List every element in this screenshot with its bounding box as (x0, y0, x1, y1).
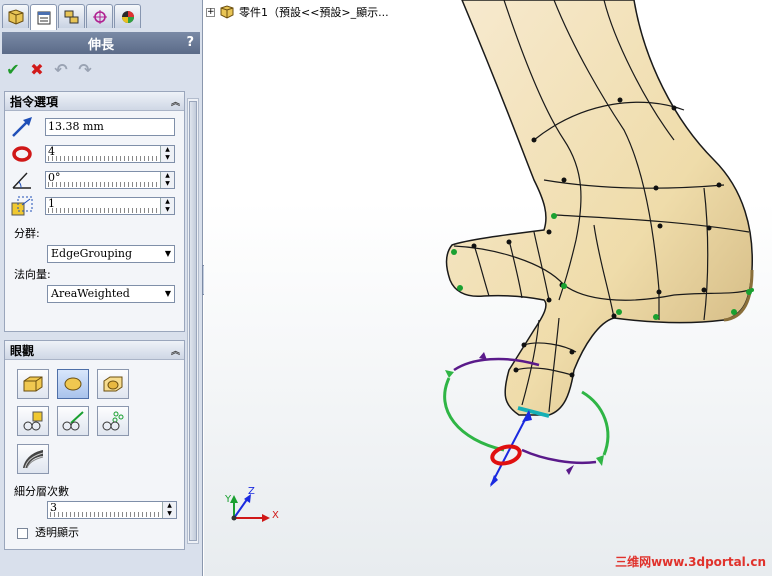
coordinate-triad: X Y Z (224, 486, 279, 522)
watermark-text: 三维网www.3dportal.cn (615, 555, 766, 569)
collapse-icon[interactable]: ︽ (171, 344, 180, 357)
scale-icon (9, 194, 35, 218)
mesh-surface-icon (23, 450, 44, 469)
feature-title: 伸長 (87, 37, 114, 53)
arrow-icon (479, 352, 487, 360)
face-select-icon (102, 411, 124, 431)
grouping-label: 分群: (14, 227, 40, 240)
z-axis-label: Z (248, 486, 255, 497)
box-smooth-icon (103, 376, 123, 392)
subd-model-canvas: X Y Z (224, 0, 754, 522)
property-manager-panel: 伸長 ? ✔ ✖ ↶ ↷ 指令選項 ︽ 13.38 mm 4 ▲ ▼ 0° ▲ … (0, 0, 203, 576)
count-spinner[interactable]: 4 ▲ ▼ (45, 145, 175, 163)
angle-row: 0° ▲ ▼ (9, 168, 175, 192)
distance-arrow-icon (9, 115, 35, 139)
rotate-handle-green[interactable] (443, 377, 505, 452)
close-icon: ✖ (30, 59, 44, 79)
vertex-select-icon (23, 411, 43, 431)
scale-spin-arrows[interactable]: ▲ ▼ (160, 198, 174, 214)
display-group: 眼觀 ︽ 細分層次數 3 ▲ ▼ 透明顯示 (4, 340, 185, 550)
subdivision-slider[interactable] (50, 512, 160, 517)
property-manager-title: 伸長 ? (2, 32, 200, 54)
tab-dimxpert-manager[interactable] (86, 4, 113, 28)
chevron-down-icon: ▼ (164, 249, 171, 258)
select-face-button[interactable] (97, 406, 129, 436)
redo-button[interactable]: ↷ (76, 59, 94, 79)
select-vertex-button[interactable] (17, 406, 49, 436)
angle-icon (9, 168, 35, 192)
configuration-manager-icon (64, 10, 78, 23)
box-mode-button[interactable] (17, 369, 49, 399)
help-button[interactable]: ? (186, 35, 194, 50)
options-group-title: 指令選項 (10, 94, 59, 109)
display-group-title: 眼觀 (10, 343, 35, 358)
arrow-icon (445, 370, 454, 378)
feature-manager-icon (8, 8, 23, 25)
count-spin-arrows[interactable]: ▲ ▼ (160, 146, 174, 162)
panel-scrollbar[interactable] (187, 98, 199, 544)
grouping-value: EdgeGrouping (51, 247, 133, 260)
cancel-button[interactable]: ✖ (28, 59, 46, 79)
x-axis-label: X (272, 510, 279, 521)
normal-value: AreaWeighted (51, 287, 130, 300)
display-group-header[interactable]: 眼觀 ︽ (5, 341, 184, 360)
ring-icon (9, 142, 35, 166)
options-group: 指令選項 ︽ 13.38 mm 4 ▲ ▼ 0° ▲ ▼ 1 ▲ ▼ 分群: E… (4, 91, 185, 332)
select-edge-button[interactable] (57, 406, 89, 436)
graphics-area[interactable]: + 零件1（預設<<預設>_顯示... X Y Z 三维网www.3dporta… (204, 0, 772, 576)
angle-spinner[interactable]: 0° ▲ ▼ (45, 171, 175, 189)
transparent-label: 透明顯示 (35, 526, 79, 539)
scale-slider[interactable] (48, 208, 158, 213)
redo-icon: ↷ (78, 59, 92, 79)
checkmark-icon: ✔ (6, 59, 20, 79)
ok-button[interactable]: ✔ (4, 59, 22, 79)
display-manager-icon (121, 10, 134, 23)
chevron-down-icon: ▼ (164, 289, 171, 298)
rotate-handle-purple-2[interactable] (521, 448, 597, 465)
property-manager-icon (37, 11, 50, 24)
box-smooth-mode-button[interactable] (97, 369, 129, 399)
count-row: 4 ▲ ▼ (9, 142, 175, 166)
dimxpert-icon (92, 9, 107, 24)
rotate-handle-green-2[interactable] (581, 390, 610, 456)
arrow-icon (566, 465, 574, 475)
distance-row: 13.38 mm (9, 115, 175, 139)
normal-label: 法向量: (14, 268, 51, 281)
subdivision-label: 細分層次數 (14, 485, 69, 498)
smooth-mode-button[interactable] (57, 369, 89, 399)
subdivision-spin-arrows[interactable]: ▲ ▼ (162, 502, 176, 518)
arrow-icon (596, 455, 604, 466)
distance-input[interactable]: 13.38 mm (45, 118, 175, 136)
arrow-icon (490, 475, 498, 487)
grouping-select[interactable]: EdgeGrouping ▼ (47, 245, 175, 263)
undo-button[interactable]: ↶ (52, 59, 70, 79)
y-axis-label: Y (224, 494, 232, 505)
tab-property-manager[interactable] (30, 4, 57, 30)
tab-configuration-manager[interactable] (58, 4, 85, 28)
scale-row: 1 ▲ ▼ (9, 194, 175, 218)
edge-select-icon (62, 411, 84, 431)
action-buttons: ✔ ✖ ↶ ↷ (4, 58, 94, 80)
undo-icon: ↶ (54, 59, 68, 79)
transparent-checkbox[interactable] (17, 528, 28, 539)
angle-spin-arrows[interactable]: ▲ ▼ (160, 172, 174, 188)
tab-feature-manager[interactable] (2, 4, 29, 28)
scrollbar-thumb[interactable] (189, 101, 197, 541)
box-icon (23, 376, 43, 392)
angle-slider[interactable] (48, 182, 158, 187)
normal-select[interactable]: AreaWeighted ▼ (47, 285, 175, 303)
count-slider[interactable] (48, 156, 158, 161)
tab-display-manager[interactable] (114, 4, 141, 28)
smooth-shape-icon (64, 377, 82, 391)
subdivision-spinner[interactable]: 3 ▲ ▼ (47, 501, 177, 519)
options-group-header[interactable]: 指令選項 ︽ (5, 92, 184, 111)
scale-spinner[interactable]: 1 ▲ ▼ (45, 197, 175, 215)
collapse-icon[interactable]: ︽ (171, 95, 180, 108)
mesh-style-button[interactable] (17, 444, 49, 474)
manager-tabs (2, 4, 141, 30)
